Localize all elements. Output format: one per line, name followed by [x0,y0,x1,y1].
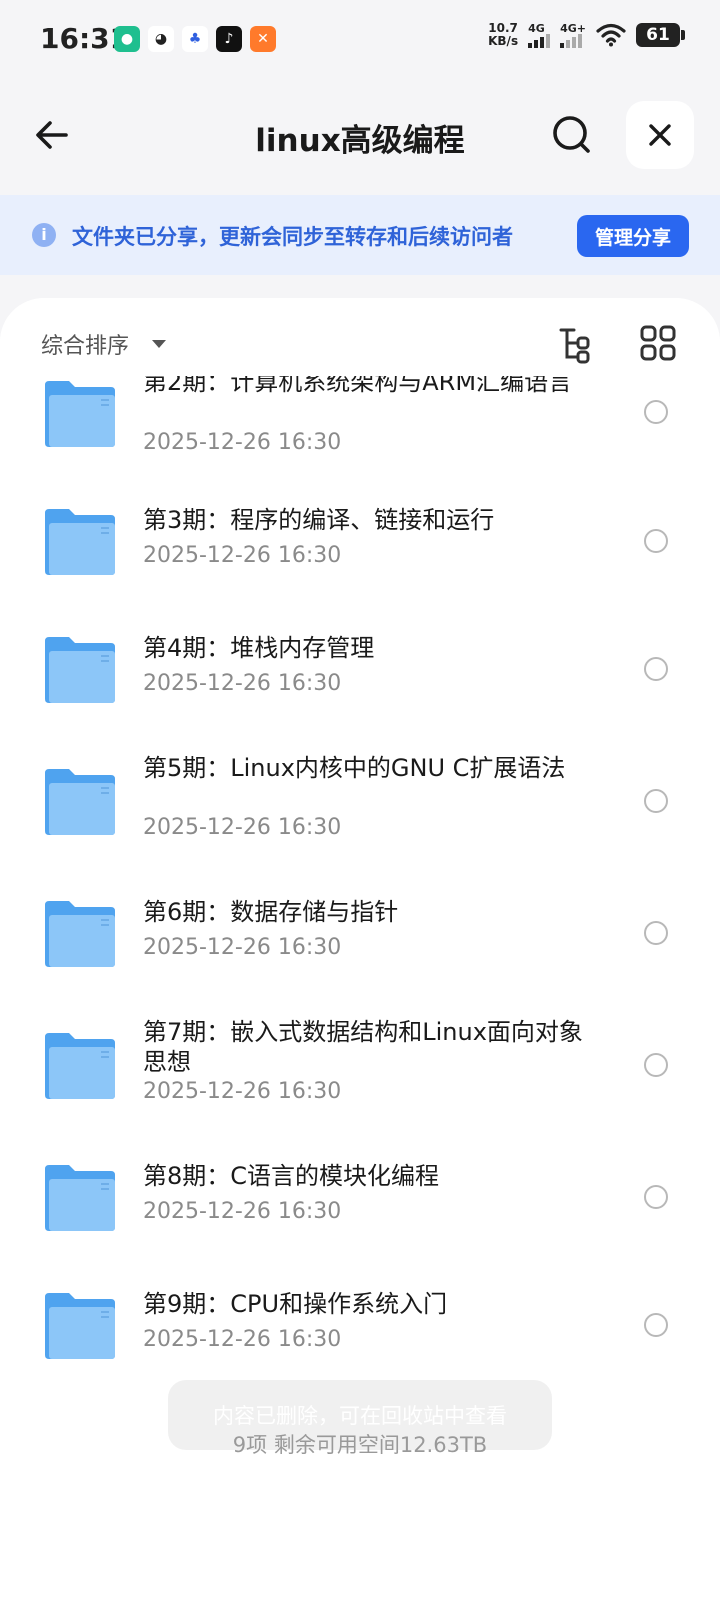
item-name: 第8期：C语言的模块化编程 [143,1162,440,1190]
item-name: 第9期：CPU和操作系统入门 [143,1290,448,1318]
item-date: 2025-12-26 16:30 [143,815,342,840]
folder-icon [45,381,115,447]
item-count-footer: 9项 剩余可用空间12.63TB [232,1433,488,1457]
battery-icon: 61 [636,23,685,47]
folder-icon [45,1293,115,1359]
folder-icon [45,769,115,835]
select-radio[interactable] [644,1053,668,1077]
item-name: 第3期：程序的编译、链接和运行 [143,506,495,534]
net-speed: 10.7 KB/s [488,22,518,48]
signal-bars-icon [528,33,551,48]
wifi-icon [596,23,626,47]
item-date: 2025-12-26 16:30 [143,1327,342,1352]
list-item[interactable]: 第5期：Linux内核中的GNU C扩展语法 2025-12-26 16:30 [0,753,720,883]
signal-bars-icon [560,33,583,48]
list-item[interactable]: 第8期：C语言的模块化编程 2025-12-26 16:30 [0,1149,720,1279]
item-date: 2025-12-26 16:30 [143,671,342,696]
sort-dropdown[interactable]: 综合排序 [41,328,129,360]
signal-4g-plus: 4G+ [560,23,586,48]
select-radio[interactable] [644,657,668,681]
list-item[interactable]: 第2期：计算机系统架构与ARM汇编语言 2025-12-26 16:30 [0,363,720,493]
item-name: 第6期：数据存储与指针 [143,898,399,926]
signal-4g-label: 4G [528,21,545,35]
item-name: 第5期：Linux内核中的GNU C扩展语法 [143,754,566,782]
close-button[interactable] [626,101,694,169]
app-notification-icon: ● [114,26,140,52]
page-title: linux高级编程 [255,123,465,159]
item-date: 2025-12-26 16:30 [143,1079,342,1104]
item-date: 2025-12-26 16:30 [143,935,342,960]
app-x-icon: ✕ [250,26,276,52]
chevron-down-icon[interactable] [152,340,166,348]
share-banner: i 文件夹已分享，更新会同步至转存和后续访问者 管理分享 [0,195,720,275]
douyin-icon: ♪ [216,26,242,52]
status-bar: 16:31 ● ◕ ♣ ♪ ✕ 10.7 KB/s 4G 4G+ 61 [0,0,720,80]
sort-toolbar: 综合排序 [0,298,720,376]
folder-icon [45,901,115,967]
close-icon [649,124,671,146]
select-radio[interactable] [644,1313,668,1337]
folder-icon [45,1165,115,1231]
folder-icon [45,637,115,703]
select-radio[interactable] [644,1185,668,1209]
notification-icons: ● ◕ ♣ ♪ ✕ [114,26,276,52]
signal-4g: 4G [528,21,551,48]
select-radio[interactable] [644,921,668,945]
list-item[interactable]: 第6期：数据存储与指针 2025-12-26 16:30 [0,885,720,1015]
tree-view-icon[interactable] [558,325,602,365]
share-banner-text: 文件夹已分享，更新会同步至转存和后续访问者 [72,225,513,249]
status-indicators: 10.7 KB/s 4G 4G+ 61 [488,21,685,48]
item-date: 2025-12-26 16:30 [143,430,342,455]
item-name: 第4期：堆栈内存管理 [143,634,375,662]
search-icon[interactable] [548,111,596,159]
signal-4g-plus-label: 4G+ [560,21,586,35]
list-item[interactable]: 第7期：嵌入式数据结构和Linux面向对象思想 2025-12-26 16:30 [0,1017,720,1147]
list-item[interactable]: 第3期：程序的编译、链接和运行 2025-12-26 16:30 [0,493,720,623]
list-item[interactable]: 第4期：堆栈内存管理 2025-12-26 16:30 [0,621,720,751]
select-radio[interactable] [644,529,668,553]
item-name: 第7期：嵌入式数据结构和Linux面向对象思想 [143,1018,583,1076]
select-radio[interactable] [644,400,668,424]
file-list-panel: 第2期：计算机系统架构与ARM汇编语言 2025-12-26 16:30 第3期… [0,298,720,1600]
select-radio[interactable] [644,789,668,813]
manage-share-button[interactable]: 管理分享 [577,215,689,257]
info-icon: i [32,223,56,247]
item-date: 2025-12-26 16:30 [143,543,342,568]
header: linux高级编程 [0,95,720,175]
item-date: 2025-12-26 16:30 [143,1199,342,1224]
baidu-icon: ♣ [182,26,208,52]
folder-icon [45,509,115,575]
net-speed-unit: KB/s [488,34,519,48]
folder-icon [45,1033,115,1099]
qq-icon: ◕ [148,26,174,52]
grid-view-icon[interactable] [640,325,676,361]
